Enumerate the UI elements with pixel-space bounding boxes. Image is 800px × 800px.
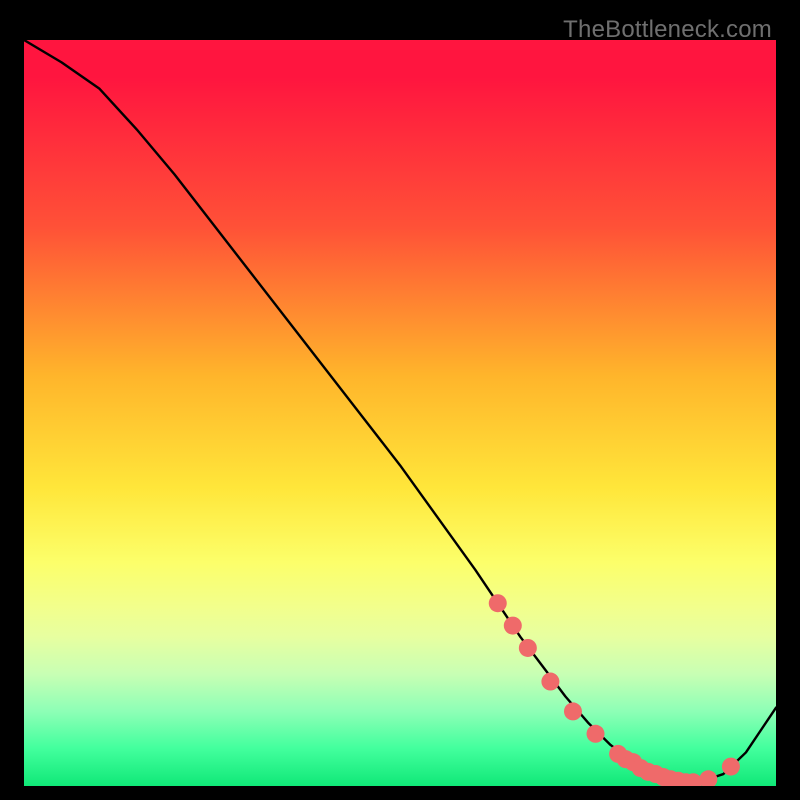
highlight-marker <box>722 758 740 776</box>
highlight-marker <box>564 702 582 720</box>
highlight-marker <box>699 770 717 786</box>
highlight-marker <box>489 594 507 612</box>
highlight-marker <box>587 725 605 743</box>
highlight-marker-group <box>489 594 740 786</box>
chart-frame: TheBottleneck.com <box>10 10 790 790</box>
plot-area <box>24 40 776 786</box>
highlight-marker <box>519 639 537 657</box>
chart-svg <box>24 40 776 786</box>
highlight-marker <box>541 673 559 691</box>
curve-line <box>24 40 776 782</box>
highlight-marker <box>504 617 522 635</box>
